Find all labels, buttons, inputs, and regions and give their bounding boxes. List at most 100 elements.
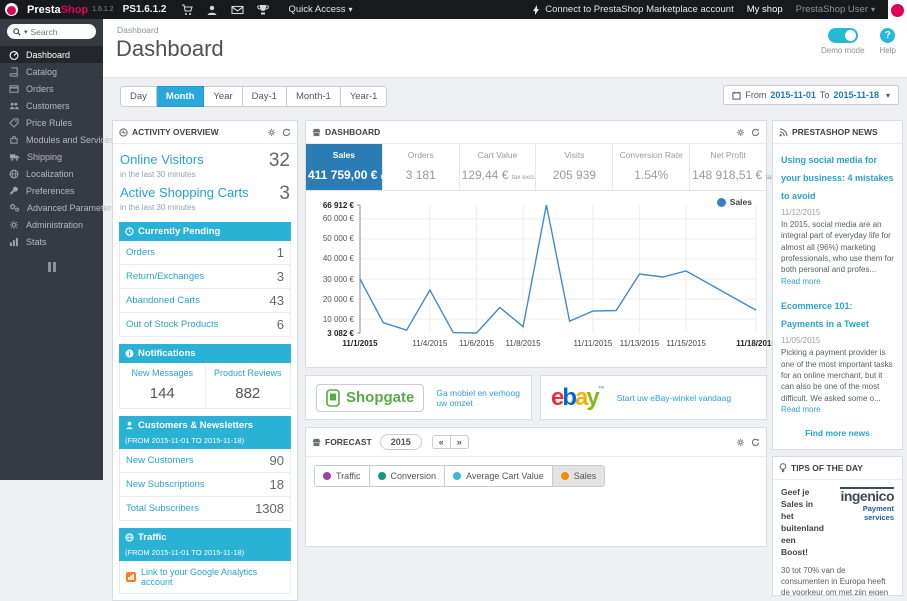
sidebar-item-customers[interactable]: Customers xyxy=(0,97,103,114)
help-icon[interactable]: ? xyxy=(880,28,896,43)
user-icon[interactable] xyxy=(206,4,218,16)
new-subscriptions-value: 18 xyxy=(269,477,284,492)
total-subscribers-value: 1308 xyxy=(255,501,284,516)
news-article-title[interactable]: Using social media for your business: 4 … xyxy=(781,155,894,201)
google-analytics-link[interactable]: Link to your Google Analytics account xyxy=(119,561,291,594)
sidebar-item-price-rules[interactable]: Price Rules xyxy=(0,114,103,131)
prestashop-logo-icon[interactable] xyxy=(5,3,18,16)
date-range-buttons: Day Month Year Day-1 Month-1 Year-1 xyxy=(120,86,388,107)
kpi-tab-cart-value[interactable]: Cart Value 129,44 € tax excl. xyxy=(460,144,537,190)
globe-icon xyxy=(125,533,134,542)
sidebar-collapse-toggle[interactable] xyxy=(47,262,56,272)
sidebar-item-stats[interactable]: Stats xyxy=(0,233,103,250)
range-button-day-1[interactable]: Day-1 xyxy=(242,86,287,107)
forecast-button-average-cart-value[interactable]: Average Cart Value xyxy=(445,465,553,487)
active-carts-link[interactable]: Active Shopping Carts xyxy=(120,185,249,200)
sidebar-item-catalog[interactable]: Catalog xyxy=(0,63,103,80)
sidebar-item-dashboard[interactable]: Dashboard xyxy=(0,46,103,63)
sales-legend-label: Sales xyxy=(729,197,752,207)
forecast-button-sales[interactable]: Sales xyxy=(552,465,606,487)
kpi-tab-visits[interactable]: Visits 205 939 xyxy=(536,144,614,190)
trophy-icon[interactable] xyxy=(257,4,270,16)
news-article-date: 11/12/2015 xyxy=(781,208,821,217)
sidebar-item-shipping[interactable]: Shipping xyxy=(0,148,103,165)
quick-access-menu[interactable]: Quick Access xyxy=(288,4,352,15)
kpi-tab-net-profit[interactable]: Net Profit148 918,51 € tax excl. xyxy=(690,144,789,190)
news-article-title[interactable]: Ecommerce 101: Payments in a Tweet xyxy=(781,301,869,329)
shopgate-ad[interactable]: Shopgate Ga mobiel en verhoog uw omzet xyxy=(305,375,532,420)
brand-name[interactable]: PrestaShop xyxy=(27,4,88,16)
ad-banners: Shopgate Ga mobiel en verhoog uw omzet e… xyxy=(305,375,767,420)
right-column: PRESTASHOP NEWS Using social media for y… xyxy=(772,120,903,597)
chart-legend[interactable]: Sales xyxy=(716,197,752,207)
date-range-picker[interactable]: From 2015-11-01 To 2015-11-18 xyxy=(723,85,899,105)
pending-orders-link[interactable]: Orders xyxy=(126,247,155,258)
sidebar-item-advanced-parameters[interactable]: Advanced Parameters xyxy=(0,199,116,216)
total-subscribers-link[interactable]: Total Subscribers xyxy=(126,503,199,514)
customers-date-range: (FROM 2015-11-01 TO 2015-11-18) xyxy=(125,436,245,445)
range-button-month-1[interactable]: Month-1 xyxy=(286,86,341,107)
kpi-tab-sales[interactable]: Sales 411 759,00 € tax excl. xyxy=(306,144,406,190)
range-button-month[interactable]: Month xyxy=(156,86,205,107)
product-reviews-cell[interactable]: Product Reviews 882 xyxy=(204,363,291,408)
person-icon xyxy=(125,421,134,430)
kpi-tabs: Sales 411 759,00 € tax excl. Orders 3 181 … xyxy=(306,144,789,191)
out-of-stock-link[interactable]: Out of Stock Products xyxy=(126,319,218,330)
panel-refresh-icon[interactable] xyxy=(751,128,760,137)
ebay-ad-link[interactable]: Start uw eBay-winkel vandaag xyxy=(617,393,731,403)
new-customers-link[interactable]: New Customers xyxy=(126,455,194,466)
search-input[interactable] xyxy=(30,26,83,37)
read-more-link[interactable]: Read more xyxy=(781,405,821,414)
panel-refresh-icon[interactable] xyxy=(282,128,291,137)
kpi-tab-orders[interactable]: Orders 3 181 xyxy=(383,144,460,190)
tips-body-text: 30 tot 70% van de consumenten in Europa … xyxy=(781,565,889,597)
ebay-tm-mark: ™ xyxy=(597,385,605,393)
marketplace-link[interactable]: Connect to PrestaShop Marketplace accoun… xyxy=(531,4,734,15)
tips-heading: Geef je Sales in het buitenland een Boos… xyxy=(781,487,824,557)
ingenico-logo[interactable]: ingenico Payment services xyxy=(818,487,894,522)
sidebar-item-localization[interactable]: Localization xyxy=(0,165,103,182)
search-scope-caret-icon[interactable]: ▾ xyxy=(24,28,28,36)
sidebar-item-orders[interactable]: Orders xyxy=(0,80,103,97)
y-axis-tick: 3 082 € xyxy=(327,328,354,338)
forecast-next-button[interactable]: » xyxy=(449,435,469,449)
panel-settings-icon[interactable] xyxy=(736,128,745,137)
sidebar-item-preferences[interactable]: Preferences xyxy=(0,182,103,199)
chart-canvas xyxy=(357,204,757,334)
range-button-year[interactable]: Year xyxy=(204,86,243,107)
user-menu[interactable]: PrestaShop User xyxy=(796,4,875,15)
find-more-news-link[interactable]: Find more news xyxy=(781,424,894,447)
my-shop-link[interactable]: My shop xyxy=(747,4,783,15)
cart-icon[interactable] xyxy=(181,3,194,16)
panel-refresh-icon[interactable] xyxy=(751,438,760,447)
sidebar-item-administration[interactable]: Administration xyxy=(0,216,103,233)
user-avatar[interactable] xyxy=(888,0,907,19)
read-more-link[interactable]: Read more xyxy=(781,277,821,286)
online-visitors-link[interactable]: Online Visitors xyxy=(120,152,204,167)
topbar-icons xyxy=(181,3,270,16)
forecast-button-conversion[interactable]: Conversion xyxy=(369,465,446,487)
sidebar-item-modules[interactable]: Modules and Services xyxy=(0,131,115,148)
dashboard-panel: DASHBOARD Sales 411 759,00 € tax excl. Or… xyxy=(305,120,789,368)
breadcrumb[interactable]: Dashboard xyxy=(117,25,159,35)
y-axis-tick: 60 000 € xyxy=(322,214,354,224)
forecast-button-traffic[interactable]: Traffic xyxy=(314,465,370,487)
sidebar-search[interactable]: ▾ xyxy=(7,24,96,39)
forecast-prev-button[interactable]: « xyxy=(431,435,450,449)
new-customers-row: New Customers 90 xyxy=(119,449,291,473)
forecast-year-badge[interactable]: 2015 xyxy=(379,434,422,450)
pending-returns-link[interactable]: Return/Exchanges xyxy=(126,271,204,282)
range-button-day[interactable]: Day xyxy=(120,86,157,107)
mail-icon[interactable] xyxy=(231,4,245,16)
new-subscriptions-link[interactable]: New Subscriptions xyxy=(126,479,205,490)
abandoned-carts-link[interactable]: Abandoned Carts xyxy=(126,295,200,306)
panel-settings-icon[interactable] xyxy=(736,438,745,447)
demo-mode-toggle[interactable] xyxy=(827,28,858,43)
ebay-ad[interactable]: ebay™ Start uw eBay-winkel vandaag xyxy=(540,375,767,420)
shopgate-ad-link[interactable]: Ga mobiel en verhoog uw omzet xyxy=(436,388,521,408)
new-messages-cell[interactable]: New Messages 144 xyxy=(120,363,205,408)
news-article-body: Picking a payment provider is one of the… xyxy=(781,348,893,414)
kpi-tab-conversion-rate[interactable]: Conversion Rate 1.54% xyxy=(613,144,691,190)
range-button-year-1[interactable]: Year-1 xyxy=(340,86,388,107)
panel-settings-icon[interactable] xyxy=(267,128,276,137)
